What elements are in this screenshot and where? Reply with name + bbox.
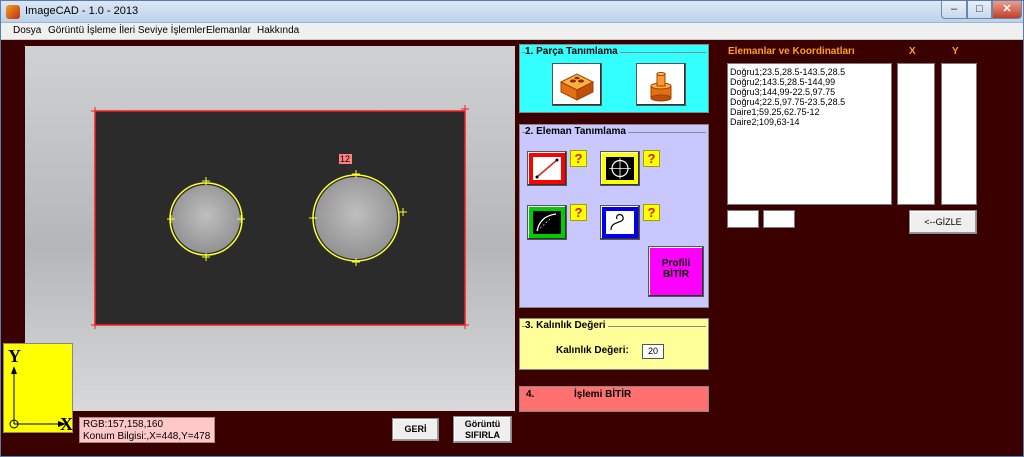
menu-elements[interactable]: Elemanlar	[206, 25, 251, 36]
arc-help-icon[interactable]: ?	[570, 204, 587, 221]
reset-image-button[interactable]: Görüntü SIFIRLA	[453, 416, 512, 443]
cylindrical-part-icon	[650, 72, 672, 102]
finish-process-panel[interactable]: 4. İşlemi BİTİR	[519, 386, 709, 412]
main-window: ImageCAD - 1.0 - 2013 ‒ □ ✕ Dosya Görünt…	[0, 0, 1024, 457]
y-coordinates-list[interactable]	[941, 63, 977, 205]
menu-advanced[interactable]: İleri Seviye İşlemler	[119, 25, 206, 36]
x-column-header: X	[909, 46, 916, 57]
element-definition-title: 2. Eleman Tanımlama	[525, 126, 628, 137]
element-definition-panel: 2. Eleman Tanımlama ? ? ? ? Profili BİTİ…	[519, 124, 709, 308]
spline-element-button[interactable]	[600, 205, 640, 240]
circle-icon	[606, 157, 634, 180]
position-info: Konum Bilgisi:,X=448,Y=478	[83, 431, 211, 442]
part-image: 12	[25, 46, 515, 411]
elements-list[interactable]: Doğru1;23.5,28.5-143.5,28.5 Doğru2;143.5…	[727, 63, 892, 205]
thickness-panel: 3. Kalınlık Değeri Kalınlık Değeri: 20	[519, 318, 709, 370]
maximize-button[interactable]: □	[967, 1, 992, 19]
cylindrical-part-button[interactable]	[636, 63, 686, 106]
prismatic-part-button[interactable]	[552, 63, 602, 106]
finish-profile-label-1: Profili	[661, 258, 691, 269]
finish-profile-button[interactable]: Profili BİTİR	[648, 246, 704, 297]
part-definition-title: 1. Parça Tanımlama	[525, 46, 620, 57]
y-value-input[interactable]	[763, 210, 795, 228]
close-button[interactable]: ✕	[992, 1, 1022, 19]
finish-profile-label-2: BİTİR	[662, 269, 690, 280]
list-item[interactable]: Daire2;109,63-14	[730, 117, 889, 127]
list-item[interactable]: Daire1;59.25,62.75-12	[730, 107, 889, 117]
elements-header: Elemanlar ve Koordinatları	[728, 46, 855, 57]
list-item[interactable]: Doğru4;22.5,97.75-23.5,28.5	[730, 97, 889, 107]
axis-y-label: Y	[8, 346, 21, 366]
list-item[interactable]: Doğru3;144,99-22.5,97.75	[730, 87, 889, 97]
x-coordinates-list[interactable]	[897, 63, 935, 205]
minimize-button[interactable]: ‒	[941, 1, 967, 19]
axis-x-label: X	[60, 414, 73, 434]
circle-help-icon[interactable]: ?	[643, 150, 660, 167]
circle-element-button[interactable]	[600, 151, 640, 186]
window-title: ImageCAD - 1.0 - 2013	[25, 5, 139, 17]
arc-element-button[interactable]	[527, 205, 567, 240]
list-item[interactable]: Doğru2;143.5,28.5-144,99	[730, 77, 889, 87]
y-column-header: Y	[952, 46, 959, 57]
thickness-input[interactable]: 20	[642, 344, 664, 359]
menu-image-processing[interactable]: Görüntü İşleme	[48, 25, 116, 36]
spline-icon	[606, 211, 634, 234]
title-bar[interactable]: ImageCAD - 1.0 - 2013 ‒ □ ✕	[1, 1, 1023, 23]
reset-image-label-1: Görüntü	[464, 419, 501, 429]
thickness-title: 3. Kalınlık Değeri	[525, 320, 608, 331]
x-value-input[interactable]	[727, 210, 759, 228]
finish-process-number: 4.	[526, 389, 535, 400]
arc-icon	[533, 211, 561, 234]
line-help-icon[interactable]: ?	[570, 150, 587, 167]
spline-help-icon[interactable]: ?	[643, 204, 660, 221]
part-definition-panel: 1. Parça Tanımlama	[519, 44, 709, 113]
line-icon	[533, 157, 561, 180]
image-view[interactable]: 12	[25, 46, 515, 411]
reset-image-label-2: SIFIRLA	[465, 430, 500, 440]
line-element-button[interactable]	[527, 151, 567, 186]
app-icon	[6, 5, 20, 19]
rgb-info: RGB:157,158,160	[83, 419, 164, 430]
menu-about[interactable]: Hakkında	[257, 25, 299, 36]
menu-file[interactable]: Dosya	[13, 25, 41, 36]
menu-bar: Dosya Görüntü İşleme İleri Seviye İşleml…	[1, 23, 1023, 40]
list-item[interactable]: Doğru1;23.5,28.5-143.5,28.5	[730, 67, 889, 77]
pixel-info-box: RGB:157,158,160 Konum Bilgisi:,X=448,Y=4…	[79, 417, 215, 443]
axis-indicator: Y X	[3, 343, 73, 434]
back-button[interactable]: GERİ	[392, 418, 439, 441]
marker-label: 12	[340, 154, 350, 164]
thickness-label: Kalınlık Değeri:	[556, 345, 629, 356]
finish-process-label: İşlemi BİTİR	[574, 389, 632, 400]
hide-button[interactable]: <--GİZLE	[909, 210, 977, 234]
prismatic-part-icon	[559, 73, 595, 101]
